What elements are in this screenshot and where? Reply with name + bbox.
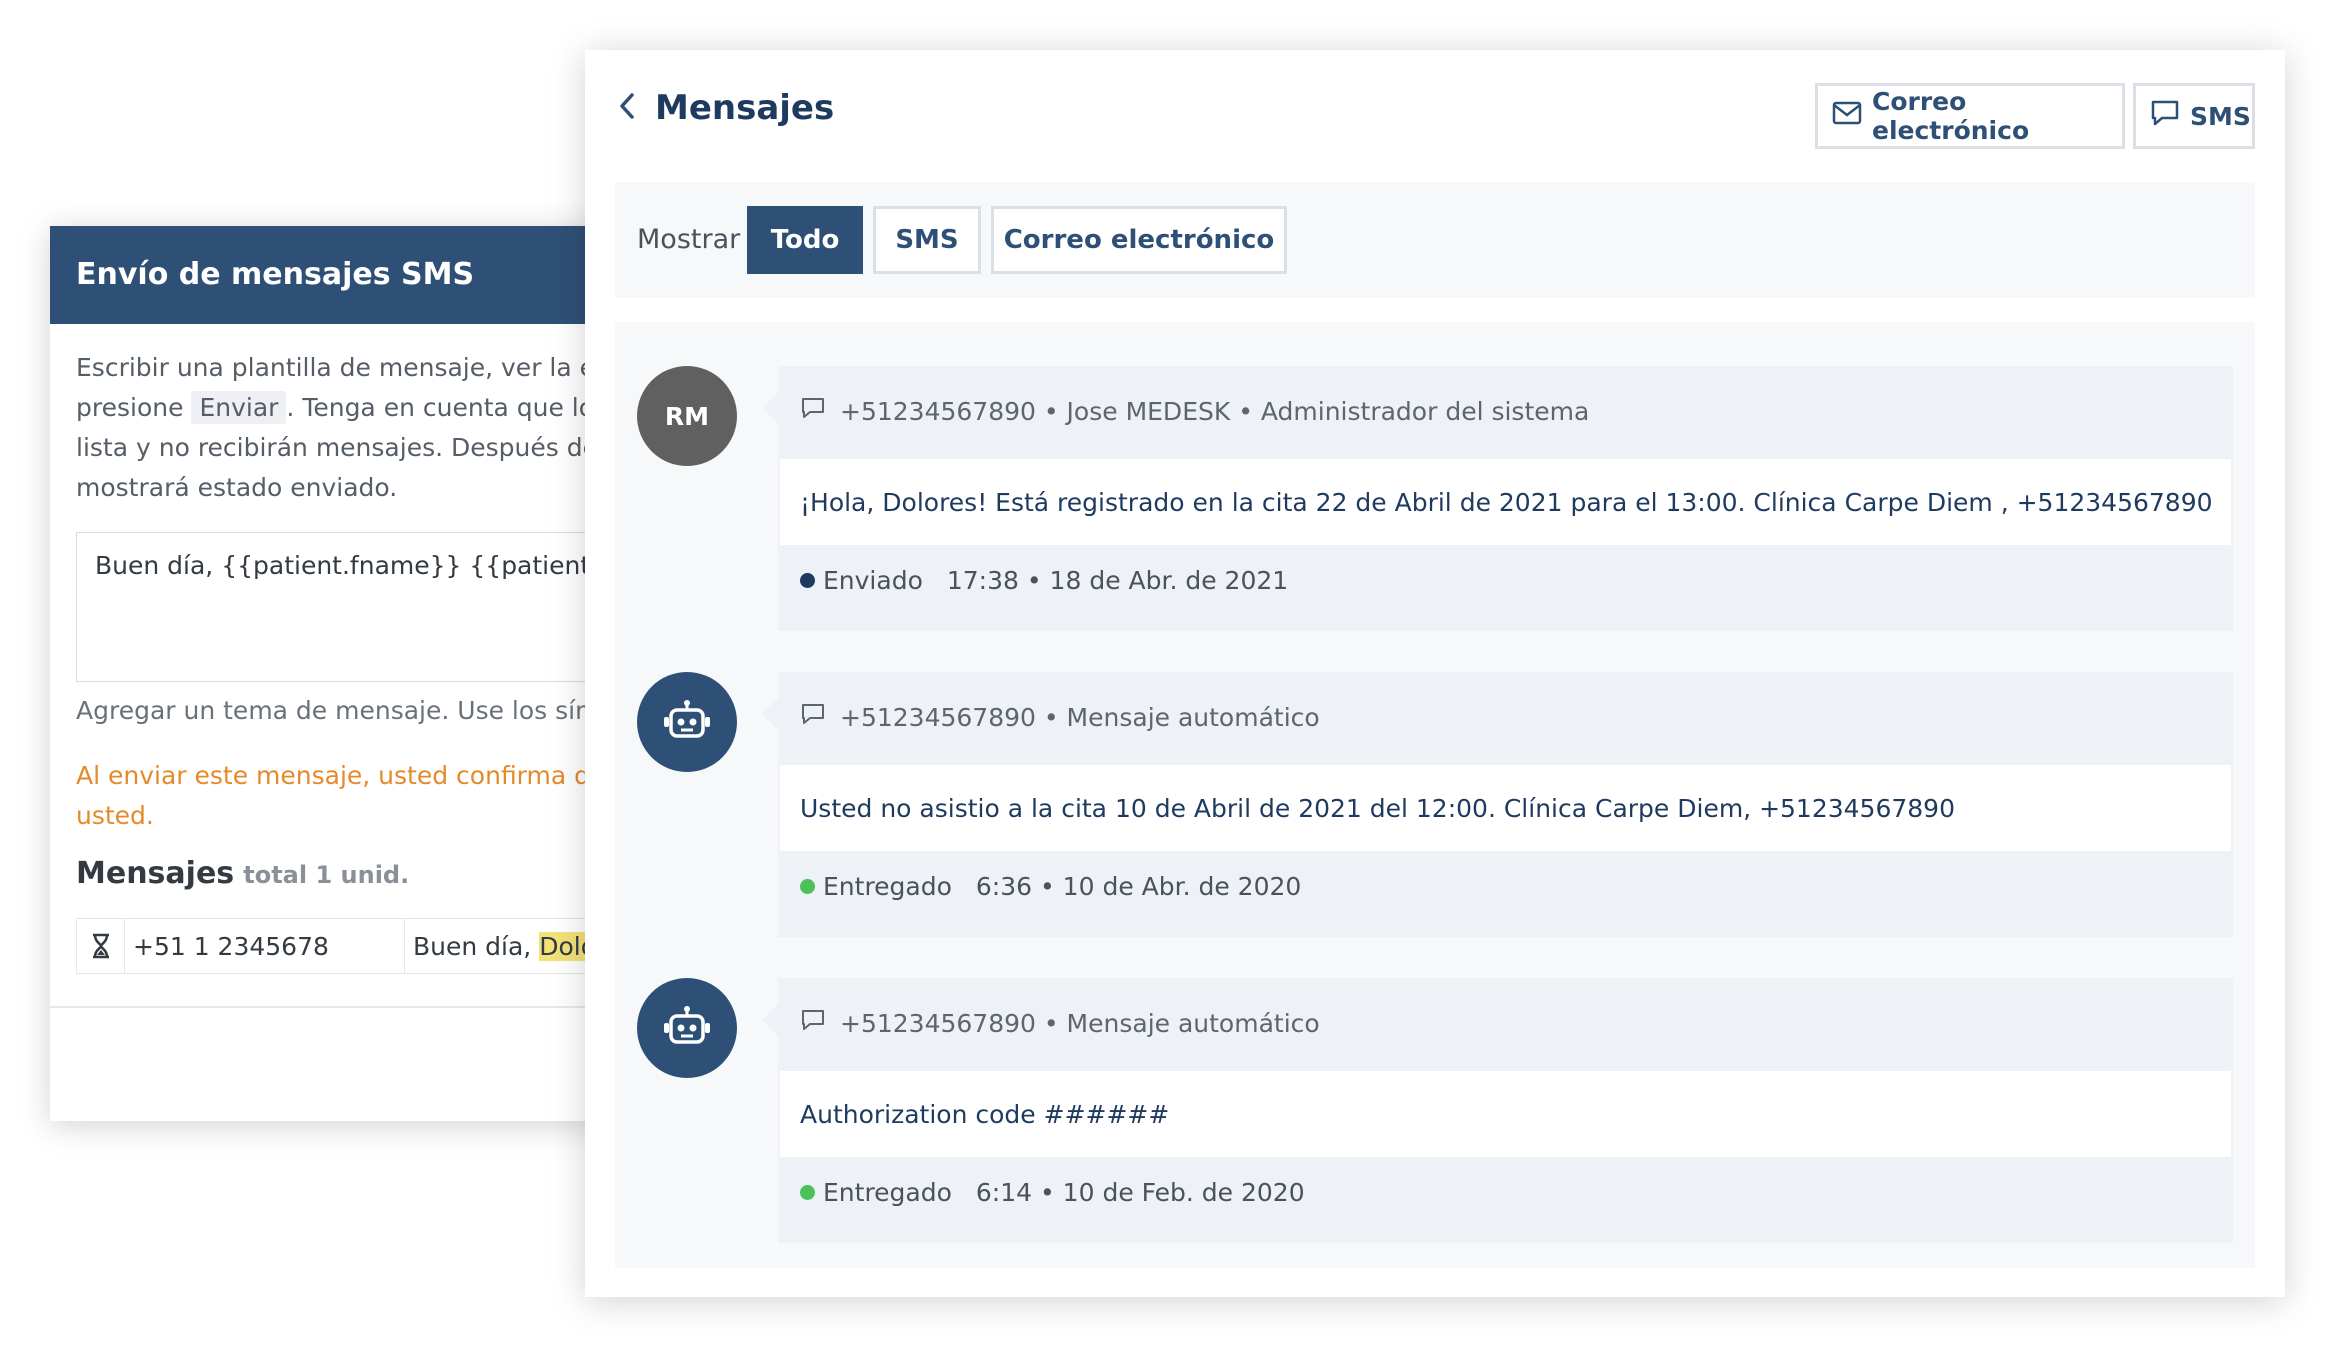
messages-heading-title: Mensajes — [76, 856, 235, 891]
status-dot — [800, 573, 815, 588]
filter-bar: Mostrar Todo SMS Correo electrónico — [615, 182, 2255, 298]
page-header: Mensajes — [617, 88, 834, 128]
email-button-label: Correo electrónico — [1872, 87, 2030, 145]
filter-tab-email[interactable]: Correo electrónico — [991, 206, 1287, 274]
filter-tab-sms[interactable]: SMS — [873, 206, 981, 274]
messages-heading: Mensajes total 1 unid. — [76, 856, 409, 891]
filter-tab-all[interactable]: Todo — [747, 206, 863, 274]
status-label: Entregado — [823, 1178, 952, 1207]
envelope-icon — [1832, 101, 1862, 131]
message-item[interactable]: +51234567890 • Mensaje automático Author… — [615, 978, 2255, 1248]
message-bubble: +51234567890 • Mensaje automático Author… — [762, 978, 2233, 1243]
hourglass-icon — [77, 919, 125, 973]
robot-icon — [637, 978, 737, 1078]
email-button[interactable]: Correo electrónico — [1815, 83, 2125, 149]
page-title: Mensajes — [655, 88, 835, 128]
message-body: Usted no asistio a la cita 10 de Abril d… — [780, 765, 2231, 851]
message-bubble: +51234567890 • Mensaje automático Usted … — [762, 672, 2233, 937]
back-chevron-icon[interactable] — [617, 88, 637, 128]
message-bubble: +51234567890 • Jose MEDESK • Administrad… — [762, 366, 2233, 631]
send-key-hint: Enviar — [191, 391, 287, 424]
message-body: ¡Hola, Dolores! Está registrado en la ci… — [780, 459, 2231, 545]
chat-bubble-icon — [800, 396, 826, 426]
message-preview: Buen día, Dolo — [405, 931, 596, 961]
message-meta-text: +51234567890 • Jose MEDESK • Administrad… — [840, 396, 1590, 426]
message-item[interactable]: +51234567890 • Mensaje automático Usted … — [615, 672, 2255, 942]
message-meta-text: +51234567890 • Mensaje automático — [840, 702, 1320, 732]
sms-button-label: SMS — [2190, 101, 2251, 131]
message-body: Authorization code ###### — [780, 1071, 2231, 1157]
chat-bubble-icon — [800, 1008, 826, 1038]
avatar: RM — [637, 366, 737, 466]
message-meta: +51234567890 • Mensaje automático — [800, 702, 1320, 732]
robot-icon — [637, 672, 737, 772]
message-timestamp: 6:36 • 10 de Abr. de 2020 — [975, 872, 1302, 901]
message-phone: +51 1 2345678 — [125, 919, 405, 973]
message-meta: +51234567890 • Mensaje automático — [800, 1008, 1320, 1038]
chat-bubble-icon — [2150, 99, 2180, 133]
messages-panel: Mensajes Correo electrónico SMS Mostrar … — [585, 50, 2285, 1297]
message-meta: +51234567890 • Jose MEDESK • Administrad… — [800, 396, 1589, 426]
filter-label: Mostrar — [637, 224, 741, 255]
chat-bubble-icon — [800, 702, 826, 732]
description-text: . Tenga en cuenta que los — [286, 393, 608, 422]
status-label: Entregado — [823, 872, 952, 901]
sms-button[interactable]: SMS — [2133, 83, 2255, 149]
message-item[interactable]: RM +51234567890 • Jose MEDESK • Administ… — [615, 366, 2255, 636]
status-dot — [800, 879, 815, 894]
message-meta-text: +51234567890 • Mensaje automático — [840, 1008, 1320, 1038]
status-label: Enviado — [823, 566, 923, 595]
message-status: Entregado 6:36 • 10 de Abr. de 2020 — [800, 872, 1301, 901]
message-timestamp: 17:38 • 18 de Abr. de 2021 — [946, 566, 1289, 595]
description-text: presione — [76, 393, 184, 422]
message-timestamp: 6:14 • 10 de Feb. de 2020 — [975, 1178, 1305, 1207]
message-preview-text: Buen día, — [413, 931, 532, 961]
message-status: Entregado 6:14 • 10 de Feb. de 2020 — [800, 1178, 1305, 1207]
message-status: Enviado 17:38 • 18 de Abr. de 2021 — [800, 566, 1288, 595]
topic-hint: Agregar un tema de mensaje. Use los sím — [76, 696, 600, 725]
status-dot — [800, 1185, 815, 1200]
messages-count: total 1 unid. — [243, 861, 410, 889]
messages-list: RM +51234567890 • Jose MEDESK • Administ… — [615, 322, 2255, 1268]
